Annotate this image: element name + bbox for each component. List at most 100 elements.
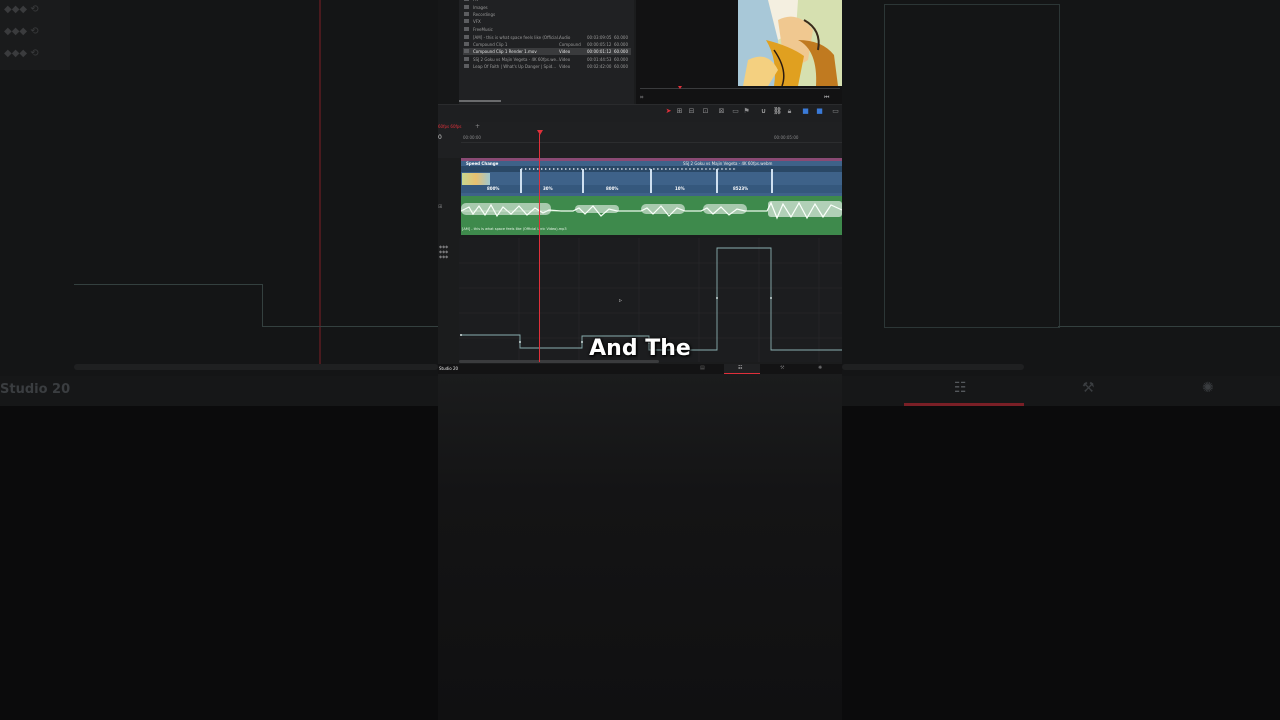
- frame-rate-label: 60fps 60fps: [438, 124, 462, 129]
- media-pool-row-selected[interactable]: Compound Clip 1 Render 1.mov Video 00:00:0…: [463, 48, 631, 55]
- bg-lower-area: [842, 376, 1280, 720]
- viewer-crop-icon[interactable]: ⌗: [640, 94, 643, 102]
- row-duration: 00:00:01:12: [587, 49, 612, 54]
- waveform-peak: [575, 205, 619, 213]
- media-pool-row[interactable]: [AM] - this is what space feels like (Of…: [463, 34, 631, 41]
- media-pool-row[interactable]: Leap Of Faith | What's Up Danger | Spid.…: [463, 63, 631, 70]
- row-type: Audio: [559, 35, 571, 40]
- viewer-scrubber-track[interactable]: [640, 88, 840, 89]
- speed-segment-label: 800%: [487, 186, 500, 191]
- folder-icon: [464, 19, 469, 23]
- row-name: Compound Clip 1 Render 1.mov: [473, 49, 537, 54]
- selection-tool-icon[interactable]: ➤: [665, 108, 672, 115]
- overwrite-clip-icon[interactable]: ⊠: [718, 108, 725, 115]
- mouse-cursor-icon: ▹: [619, 297, 623, 304]
- viewer-playhead-marker[interactable]: [678, 86, 682, 89]
- speed-segment-label: 30%: [543, 186, 553, 191]
- video-clip-icon: [464, 64, 469, 68]
- insert-clip-icon[interactable]: ⊡: [702, 108, 709, 115]
- row-fps: 60.000: [614, 64, 628, 69]
- bg-curve-line: [1058, 326, 1280, 327]
- color-page-icon[interactable]: ✺: [818, 365, 822, 371]
- media-pool-row[interactable]: SSJ 2 Goku vs Majin Vegeta - 4K 60fps.we…: [463, 56, 631, 63]
- row-name: SSJ 2 Goku vs Majin Vegeta - 4K 60fps.we…: [473, 57, 560, 62]
- row-name: VFX: [473, 19, 481, 24]
- row-name: [AM] - this is what space feels like (Of…: [473, 35, 562, 40]
- playhead-line[interactable]: [539, 134, 540, 362]
- media-pool-row[interactable]: Recordings: [463, 11, 631, 18]
- bg-active-tab-indicator: [904, 403, 1024, 406]
- speed-segment-label: 10%: [675, 186, 685, 191]
- blurred-background-left: ◆◆◆ ⟲ ◆◆◆ ⟲ ◆◆◆ ⟲ Studio 20: [0, 0, 438, 720]
- folder-icon: [464, 0, 469, 1]
- replace-clip-icon[interactable]: ▭: [732, 108, 739, 115]
- viewer-frame-image: [738, 0, 842, 86]
- bg-page-tabs: [842, 376, 1280, 406]
- speed-point-handle[interactable]: [650, 169, 652, 193]
- row-fps: 60.000: [614, 42, 628, 47]
- folder-icon: [464, 12, 469, 16]
- speed-point-handle[interactable]: [520, 169, 522, 193]
- flag-color-icon[interactable]: ■: [816, 108, 823, 115]
- speed-segment-label: 800%: [606, 186, 619, 191]
- cut-page-icon[interactable]: ▤: [700, 365, 705, 371]
- snap-icon[interactable]: ∪: [760, 108, 767, 115]
- speed-segment-label: 8523%: [733, 186, 749, 191]
- row-fps: 60.000: [614, 35, 628, 40]
- ruler-baseline: [461, 142, 842, 143]
- skip-start-icon[interactable]: ⏮: [824, 94, 829, 102]
- playhead-handle[interactable]: [537, 130, 543, 135]
- waveform-peak: [641, 204, 685, 214]
- folder-icon: [464, 5, 469, 9]
- resolve-window: FX Images Recordings VFX FreeMusic [AM] …: [438, 0, 842, 720]
- media-pool-row[interactable]: Images: [463, 4, 631, 11]
- track-index: 0: [438, 134, 442, 141]
- flag-icon[interactable]: ⚑: [743, 108, 750, 115]
- speed-ramp-arrows: ▸▸▸▸▸▸▸▸▸▸▸▸▸▸▸▸▸▸▸▸▸▸▸▸▸▸▸▸▸▸▸▸▸▸▸▸▸▸▸▸…: [521, 167, 738, 171]
- bg-curve-line: [262, 326, 438, 327]
- ruler-end-timecode: 00:00:05:00: [774, 135, 799, 140]
- edit-page-icon[interactable]: ☷: [738, 365, 742, 371]
- audio-clip[interactable]: [AM] - this is what space feels like (Of…: [461, 196, 842, 235]
- lock-icon[interactable]: 🔒︎: [786, 108, 793, 115]
- bg-lower-area: [0, 376, 438, 720]
- marker-icon[interactable]: ■: [802, 108, 809, 115]
- audio-clip-name: [AM] - this is what space feels like (Of…: [462, 227, 567, 231]
- bg-scrollbar: [74, 364, 438, 370]
- media-pool-row[interactable]: FreeMusic: [463, 26, 631, 33]
- add-track-icon[interactable]: +: [475, 123, 480, 130]
- media-pool-row[interactable]: Compound Clip 1 Compound 00:00:05:12 60.000: [463, 41, 631, 48]
- audio-track-mute-icon[interactable]: ⊞: [438, 204, 442, 210]
- folder-icon: [464, 27, 469, 31]
- link-icon[interactable]: ⛓: [773, 108, 782, 115]
- row-name: Leap Of Faith | What's Up Danger | Spid.…: [473, 64, 557, 69]
- row-name: Compound Clip 1: [473, 42, 508, 47]
- bg-edit-page-icon: ☷: [954, 380, 967, 396]
- curve-keyframe-controls[interactable]: ◆◆◆ ◆◆◆ ◆◆◆: [439, 244, 448, 259]
- clip-thumbnail: [462, 173, 490, 185]
- ruler-start-timecode: 00:00:00: [463, 135, 481, 140]
- compound-clip-icon: [464, 42, 469, 46]
- waveform-peak: [461, 203, 551, 215]
- bg-keyframe-controls: ◆◆◆ ⟲ ◆◆◆ ⟲ ◆◆◆ ⟲: [0, 0, 70, 70]
- bg-fusion-page-icon: ⚒: [1082, 380, 1095, 396]
- media-pool-row[interactable]: VFX: [463, 18, 631, 25]
- speed-point-handle[interactable]: [716, 169, 718, 193]
- video-clip-icon: [464, 49, 469, 53]
- bg-color-page-icon: ✺: [1202, 380, 1214, 396]
- blade-tool-icon[interactable]: ⊟: [688, 108, 695, 115]
- speed-point-handle[interactable]: [582, 169, 584, 193]
- row-duration: 00:01:44:53: [587, 57, 612, 62]
- fusion-page-icon[interactable]: ⚒: [780, 365, 784, 371]
- speed-point-handle[interactable]: [771, 169, 773, 193]
- zoom-icon[interactable]: ▭: [832, 108, 839, 115]
- media-pool-row[interactable]: FX: [463, 0, 631, 3]
- media-pool-scrollbar[interactable]: [459, 100, 501, 102]
- row-fps: 60.000: [614, 49, 628, 54]
- trim-tool-icon[interactable]: ⊞: [676, 108, 683, 115]
- waveform-peak: [768, 201, 842, 217]
- status-bar: Studio 20 ▤ ☷ ⚒ ✺: [438, 364, 842, 374]
- blurred-background-right: ☷ ⚒ ✺: [842, 0, 1280, 720]
- timeline-ruler[interactable]: 60fps 60fps + 0 00:00:00 00:00:05:00: [438, 122, 842, 158]
- video-clip[interactable]: Speed Change SSJ 2 Goku vs Majin Vegeta …: [461, 158, 842, 196]
